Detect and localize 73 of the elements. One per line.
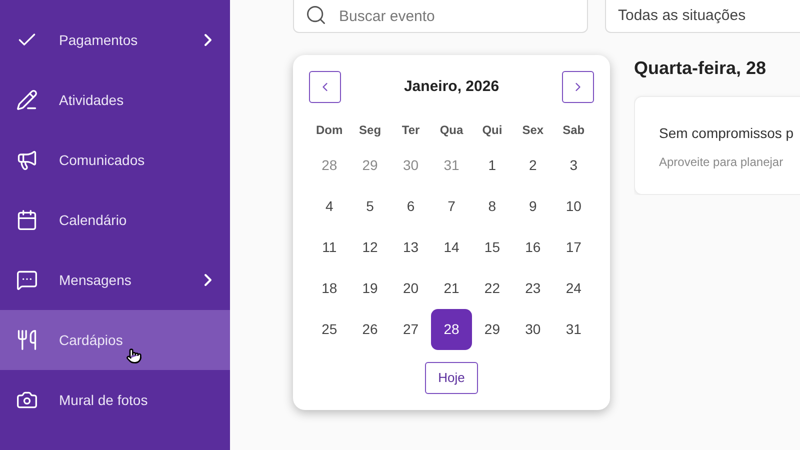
sidebar-label: Mural de fotos [59, 390, 148, 410]
sidebar-item[interactable]: Mural de fotos [0, 370, 230, 430]
sidebar-item[interactable]: Pagamentos [0, 10, 230, 70]
sidebar-item[interactable]: Mensagens [0, 250, 230, 310]
calendar-day[interactable]: 10 [553, 186, 594, 227]
camera-icon [16, 389, 38, 411]
weekday-label: Sab [562, 122, 585, 139]
calendar-day[interactable]: 27 [390, 309, 432, 350]
calendar-day[interactable]: 22 [472, 268, 513, 309]
sidebar-item[interactable]: Cardápios [0, 310, 230, 370]
calendar-day[interactable]: 1 [472, 145, 513, 186]
pencil-icon [16, 89, 38, 111]
day-heading: Quarta-feira, 28 [634, 57, 768, 80]
calendar-day[interactable]: 21 [431, 268, 472, 309]
calendar-day[interactable]: 29 [472, 309, 513, 350]
calendar-day[interactable]: 13 [390, 227, 432, 268]
previous-month-button[interactable] [309, 71, 341, 103]
sidebar-label: Comunicados [59, 150, 145, 170]
calendar-day[interactable]: 31 [431, 145, 472, 186]
sidebar-label: Pagamentos [59, 30, 138, 50]
calendar-day[interactable]: 6 [390, 186, 432, 227]
weekday-label: Qua [440, 122, 464, 139]
sidebar-label: Calendário [59, 210, 127, 230]
calendar-day[interactable]: 16 [512, 227, 554, 268]
calendar-day[interactable]: 5 [350, 186, 390, 227]
calendar-day[interactable]: 8 [472, 186, 513, 227]
status-dropdown[interactable]: Todas as situações [605, 0, 800, 33]
calendar-day[interactable]: 28 [309, 145, 350, 186]
calendar-day[interactable]: 17 [553, 227, 594, 268]
month-title: Janeiro, 2026 [404, 76, 500, 97]
weekday-label: Qui [482, 122, 502, 139]
calendar-day[interactable]: 30 [512, 309, 554, 350]
calendar-day[interactable]: 14 [431, 227, 472, 268]
chat-bubble-icon [16, 269, 38, 291]
calendar-day[interactable]: 4 [309, 186, 350, 227]
search-icon [305, 4, 327, 26]
calendar-day[interactable]: 15 [472, 227, 513, 268]
calendar-day[interactable]: 7 [431, 186, 472, 227]
calendar-day[interactable]: 28 [431, 309, 472, 350]
calendar-day[interactable]: 3 [553, 145, 594, 186]
calendar-day[interactable]: 11 [309, 227, 350, 268]
sidebar-item[interactable]: Comunicados [0, 130, 230, 190]
calendar-day[interactable]: 23 [512, 268, 554, 309]
utensils-icon [16, 329, 38, 351]
calendar-icon [16, 209, 38, 231]
calendar-day[interactable]: 31 [553, 309, 594, 350]
calendar-day[interactable]: 12 [350, 227, 390, 268]
search-field[interactable]: Buscar evento [293, 0, 588, 33]
sidebar-item[interactable]: Calendário [0, 190, 230, 250]
weekday-label: Dom [316, 122, 343, 139]
calendar-day[interactable]: 25 [309, 309, 350, 350]
sidebar-label: Cardápios [59, 330, 123, 350]
today-button[interactable]: Hoje [425, 362, 478, 394]
weekday-label: Ter [402, 122, 420, 139]
calendar-day[interactable]: 9 [512, 186, 554, 227]
sidebar-item[interactable]: Atividades [0, 70, 230, 130]
calendar-day[interactable]: 20 [390, 268, 432, 309]
calendar-day[interactable]: 19 [350, 268, 390, 309]
calendar-day[interactable]: 18 [309, 268, 350, 309]
sidebar-label: Atividades [59, 90, 124, 110]
calendar-day[interactable]: 2 [512, 145, 554, 186]
calendar-day[interactable]: 29 [350, 145, 390, 186]
calendar-day[interactable]: 24 [553, 268, 594, 309]
next-month-button[interactable] [562, 71, 594, 103]
calendar-day[interactable]: 26 [350, 309, 390, 350]
sidebar-label: Mensagens [59, 270, 132, 290]
empty-text: Aproveite para planejar [659, 154, 784, 171]
weekday-label: Sex [522, 122, 544, 139]
weekday-label: Seg [359, 122, 382, 139]
megaphone-icon [16, 149, 38, 171]
hand-cursor-icon [126, 348, 142, 364]
calendar-day[interactable]: 30 [390, 145, 432, 186]
empty-title: Sem compromissos p [659, 124, 795, 143]
